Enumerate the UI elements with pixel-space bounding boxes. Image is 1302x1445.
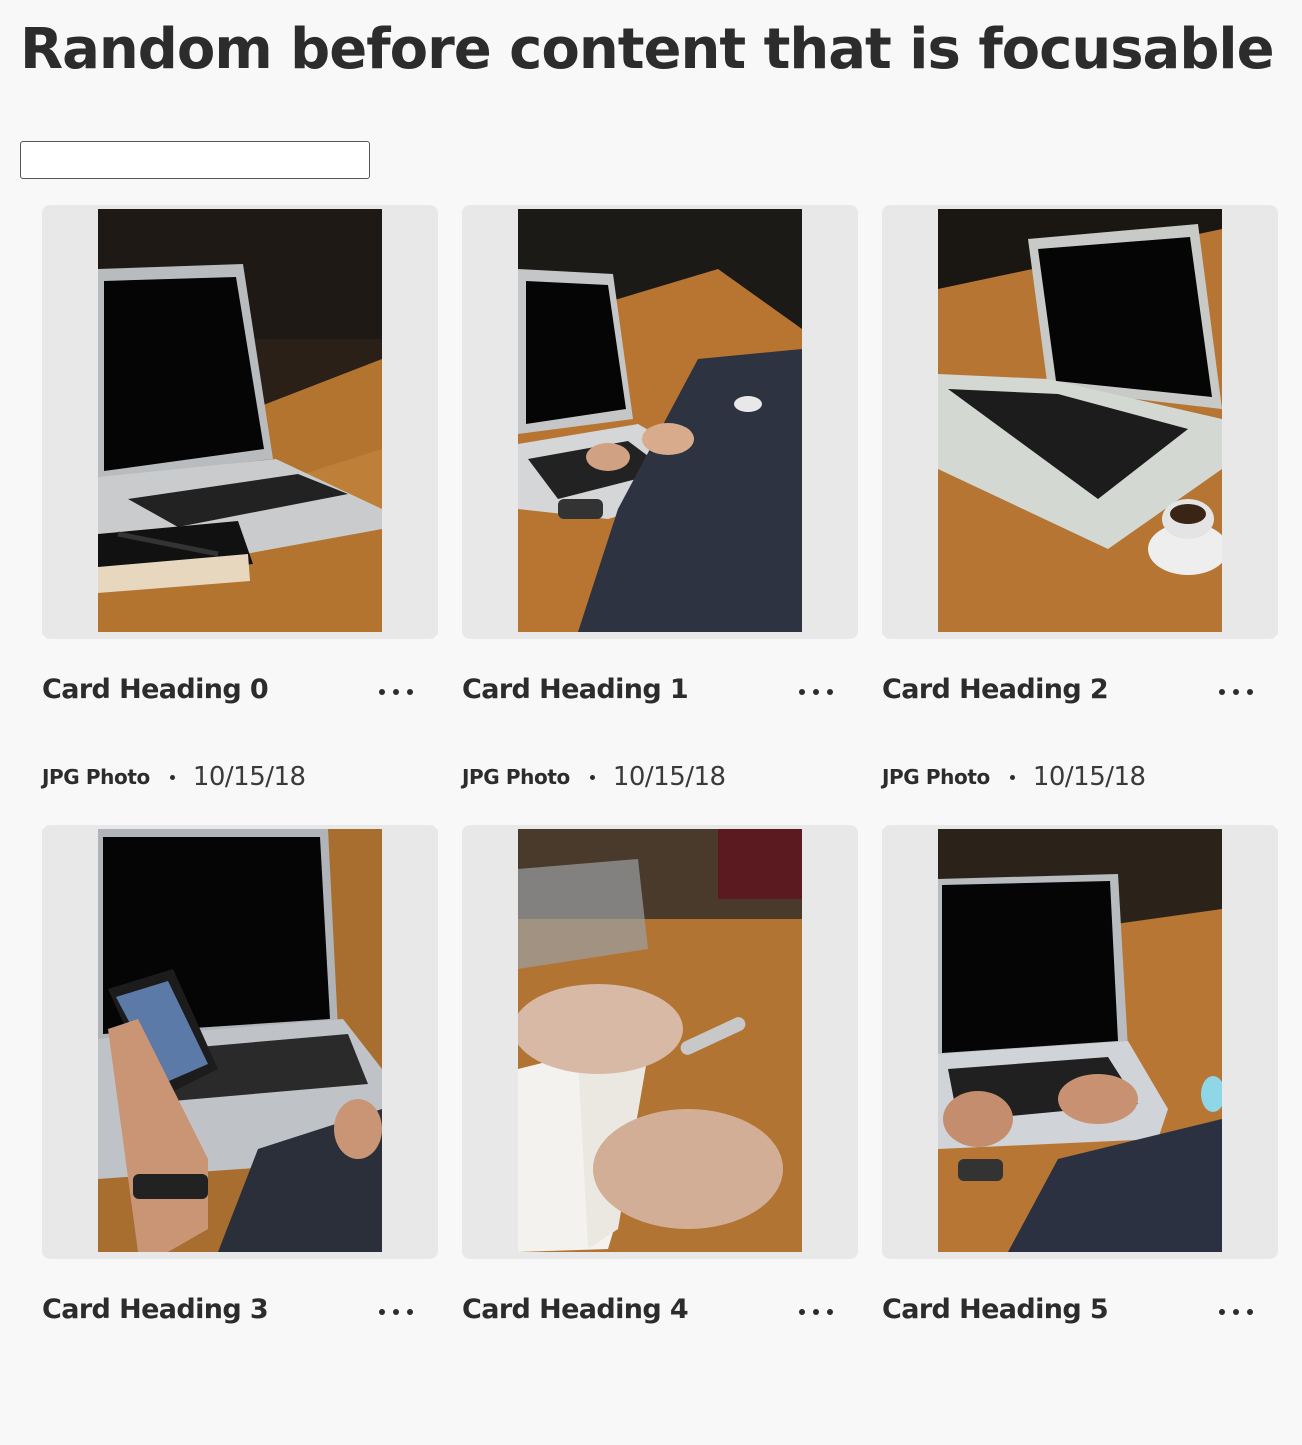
more-actions-button[interactable] (1208, 1297, 1264, 1327)
more-actions-button[interactable] (368, 677, 424, 707)
card-heading: Card Heading 3 (42, 1294, 269, 1325)
card-image (518, 209, 802, 632)
card-image (518, 829, 802, 1252)
separator-dot (1009, 774, 1015, 780)
card-file-type: JPG Photo (882, 765, 990, 789)
separator-dot (589, 774, 595, 780)
card-file-type: JPG Photo (42, 765, 150, 789)
page-title: Random before content that is focusable (20, 17, 1275, 82)
card-meta: JPG Photo 10/15/18 (42, 760, 306, 794)
more-horizontal-icon (799, 689, 833, 695)
more-horizontal-icon (379, 1309, 413, 1315)
separator-dot (169, 774, 175, 780)
card-meta: JPG Photo 10/15/18 (882, 760, 1146, 794)
more-horizontal-icon (799, 1309, 833, 1315)
more-horizontal-icon (379, 689, 413, 695)
card-file-type: JPG Photo (462, 765, 570, 789)
card-heading: Card Heading 2 (882, 674, 1109, 705)
more-actions-button[interactable] (368, 1297, 424, 1327)
card-heading: Card Heading 1 (462, 674, 689, 705)
card-preview[interactable] (882, 825, 1278, 1259)
more-actions-button[interactable] (1208, 677, 1264, 707)
card-preview[interactable] (462, 205, 858, 639)
card-preview[interactable] (462, 825, 858, 1259)
card[interactable]: Card Heading 2 JPG Photo 10/15/18 (882, 205, 1278, 825)
focusable-input[interactable] (20, 141, 370, 179)
card-image (938, 829, 1222, 1252)
card[interactable]: Card Heading 0 JPG Photo 10/15/18 (42, 205, 438, 825)
more-horizontal-icon (1219, 689, 1253, 695)
card-heading: Card Heading 0 (42, 674, 269, 705)
card-image (98, 209, 382, 632)
card-image (938, 209, 1222, 632)
card[interactable]: Card Heading 1 JPG Photo 10/15/18 (462, 205, 858, 825)
card-date: 10/15/18 (192, 762, 306, 792)
card-heading: Card Heading 5 (882, 1294, 1109, 1325)
card-preview[interactable] (42, 825, 438, 1259)
card-date: 10/15/18 (1032, 762, 1146, 792)
card[interactable]: Card Heading 5 (882, 825, 1278, 1445)
card-preview[interactable] (882, 205, 1278, 639)
more-actions-button[interactable] (788, 677, 844, 707)
more-horizontal-icon (1219, 1309, 1253, 1315)
card[interactable]: Card Heading 4 (462, 825, 858, 1445)
card-preview[interactable] (42, 205, 438, 639)
card-image (98, 829, 382, 1252)
card-date: 10/15/18 (612, 762, 726, 792)
card[interactable]: Card Heading 3 (42, 825, 438, 1445)
more-actions-button[interactable] (788, 1297, 844, 1327)
card-heading: Card Heading 4 (462, 1294, 689, 1325)
card-meta: JPG Photo 10/15/18 (462, 760, 726, 794)
